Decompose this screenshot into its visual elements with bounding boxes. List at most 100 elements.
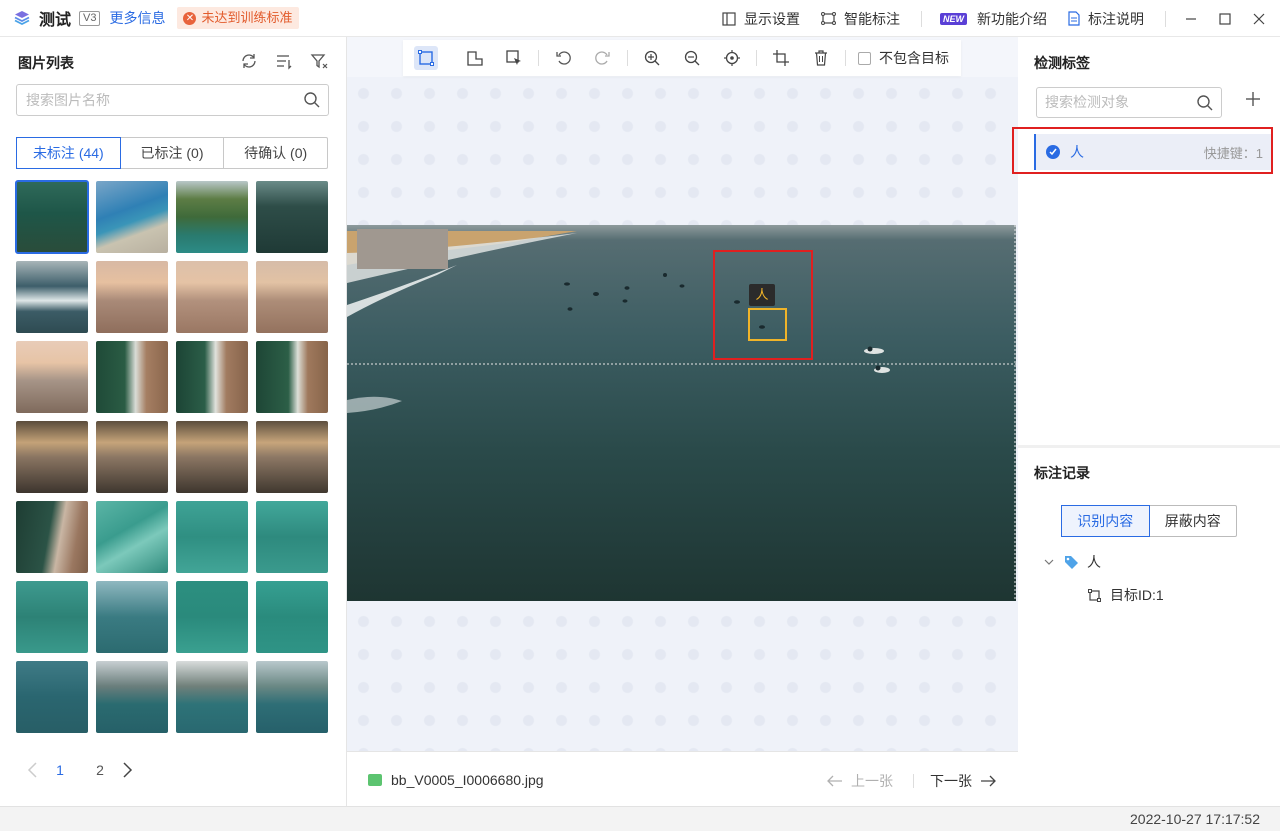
new-features-button[interactable]: NEW 新功能介绍 [940,9,1047,29]
thumbnail[interactable] [16,661,88,733]
annotation-label-tag[interactable]: 人 [749,284,775,306]
thumbnail[interactable] [176,341,248,413]
thumbnail[interactable] [256,261,328,333]
chevron-right-icon[interactable] [120,761,134,779]
filter-icon[interactable] [310,52,328,70]
tab-recognized[interactable]: 识别内容 [1061,505,1150,537]
undo-button[interactable] [543,44,583,72]
thumbnail[interactable] [256,341,328,413]
thumbnail[interactable] [16,501,88,573]
more-info-link[interactable]: 更多信息 [109,8,165,28]
zoom-in-button[interactable] [632,44,672,72]
divider [845,50,846,66]
page-2[interactable]: 2 [80,762,120,778]
close-icon [1253,13,1265,24]
divider [756,50,757,66]
chevron-left-icon[interactable] [26,761,40,779]
thumbnail[interactable] [16,341,88,413]
new-features-label: 新功能介绍 [977,10,1047,27]
thumbnail[interactable] [176,181,248,253]
close-button[interactable] [1250,10,1268,28]
prev-image-button[interactable]: 上一张 [827,771,893,791]
fit-center-button[interactable] [712,44,752,72]
divider [627,50,628,66]
thumbnail[interactable] [256,581,328,653]
thumbnail[interactable] [15,180,89,254]
status-bar: 2022-10-27 17:17:52 [0,806,1280,831]
thumbnail[interactable] [16,261,88,333]
image-nav-bar: bb_V0005_I0006680.jpg 上一张 下一张 [347,751,1018,806]
exclude-target-checkbox[interactable]: 不包含目标 [858,48,949,68]
tree-node-target[interactable]: 目标ID:1 [1088,585,1164,605]
refresh-icon[interactable] [240,52,258,70]
crop-icon [773,50,789,66]
minimize-button[interactable] [1182,10,1200,28]
thumbnail[interactable] [256,421,328,493]
maximize-button[interactable] [1216,10,1234,28]
add-label-icon[interactable] [1246,92,1260,106]
next-image-button[interactable]: 下一张 [930,771,996,791]
tab-annotated[interactable]: 已标注 (0) [121,138,225,168]
bbox-icon [1088,588,1101,602]
prev-label: 上一张 [851,773,893,789]
thumbnail[interactable] [176,421,248,493]
thumbnail[interactable] [256,501,328,573]
zoom-out-button[interactable] [672,44,712,72]
polygon-tool-button[interactable] [454,44,494,72]
tab-masked[interactable]: 屏蔽内容 [1150,506,1237,536]
display-settings-button[interactable]: 显示设置 [722,9,800,29]
divider [1165,10,1166,27]
crop-button[interactable] [761,44,801,72]
smart-annotate-label: 智能标注 [844,10,900,27]
thumbnail[interactable] [256,181,328,253]
trash-icon [815,50,827,66]
surf-photo[interactable] [347,225,1016,601]
page-1[interactable]: 1 [40,762,80,778]
redo-button[interactable] [583,44,623,72]
rectangle-icon [418,50,434,66]
thumbnail[interactable] [176,501,248,573]
thumbnail[interactable] [176,261,248,333]
thumbnail[interactable] [96,341,168,413]
thumbnail[interactable] [96,661,168,733]
thumbnail[interactable] [16,421,88,493]
delete-button[interactable] [801,44,841,72]
thumbnail[interactable] [96,421,168,493]
annotation-box[interactable] [748,308,787,341]
checkbox-box[interactable] [858,51,871,65]
maximize-icon [1219,12,1231,25]
image-search-input[interactable]: 搜索图片名称 [16,84,329,116]
document-icon [1068,11,1080,26]
label-search-input[interactable]: 搜索检测对象 [1036,87,1222,118]
zoom-out-icon [684,50,700,66]
annotation-image[interactable] [347,225,1016,601]
smart-annotate-icon [821,12,836,25]
chevron-down-icon[interactable] [1044,558,1054,566]
tab-pending[interactable]: 待确认 (0) [224,138,327,168]
thumbnail[interactable] [176,661,248,733]
smart-annotate-button[interactable]: 智能标注 [821,9,900,29]
search-icon[interactable] [303,91,321,109]
exclude-target-label: 不包含目标 [879,50,949,66]
thumbnail[interactable] [256,661,328,733]
thumbnail[interactable] [16,581,88,653]
thumbnail[interactable] [96,181,168,253]
thumbnail[interactable] [96,501,168,573]
image-list-panel: 图片列表 搜索图片名称 未标注 (44) 已标注 (0) 待确认 (0) 1 2 [0,37,347,806]
thumbnail[interactable] [176,581,248,653]
tab-unannotated[interactable]: 未标注 (44) [16,137,121,169]
divider [538,50,539,66]
divider [921,10,922,27]
app-logo-icon [14,11,30,26]
rect-tool-button[interactable] [414,46,438,70]
search-icon[interactable] [1196,94,1214,112]
thumbnail[interactable] [96,581,168,653]
annotate-help-button[interactable]: 标注说明 [1068,9,1144,29]
tree-node-person[interactable]: 人 [1044,552,1101,572]
training-warning-badge[interactable]: ✕ 未达到训练标准 [177,7,299,29]
sort-icon[interactable] [275,52,293,70]
select-tool-button[interactable] [494,44,534,72]
image-file-icon [368,774,382,786]
annotate-help-label: 标注说明 [1088,10,1144,27]
thumbnail[interactable] [96,261,168,333]
